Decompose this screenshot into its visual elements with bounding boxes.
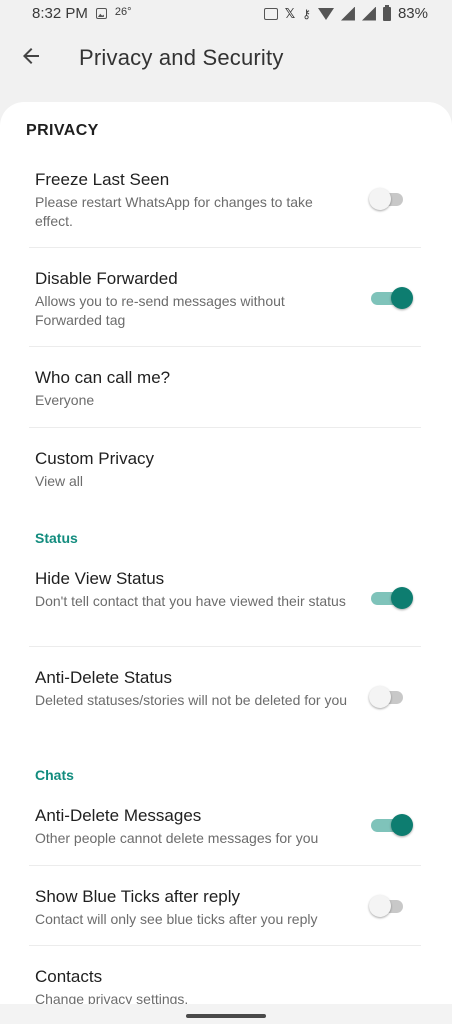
toggle-anti-delete-messages[interactable] <box>369 814 413 836</box>
setting-title: Hide View Status <box>35 569 165 588</box>
signal-icon <box>340 6 355 21</box>
setting-title: Custom Privacy <box>35 449 155 468</box>
toggle-disable-forwarded[interactable] <box>369 287 413 309</box>
battery-percent: 83% <box>397 5 428 22</box>
key-icon: ⚷ <box>302 6 311 21</box>
setting-subtitle: Contact will only see blue ticks after y… <box>35 911 318 927</box>
toolbar: Privacy and Security <box>0 28 452 88</box>
setting-show-blue-ticks[interactable]: Show Blue Ticks after reply Contact will… <box>35 887 421 929</box>
setting-subtitle: View all <box>35 473 83 489</box>
toggle-show-blue-ticks[interactable] <box>369 895 405 917</box>
wifi-icon <box>317 7 334 20</box>
setting-freeze-last-seen[interactable]: Freeze Last Seen Please restart WhatsApp… <box>35 170 421 231</box>
battery-icon <box>382 4 391 21</box>
status-temperature: 26° <box>114 5 132 18</box>
page-title: Privacy and Security <box>79 45 284 70</box>
image-icon <box>95 8 107 19</box>
setting-title: Show Blue Ticks after reply <box>35 887 241 906</box>
toggle-freeze-last-seen[interactable] <box>369 188 405 210</box>
setting-title: Anti-Delete Messages <box>35 806 202 825</box>
setting-title: Anti-Delete Status <box>35 668 173 687</box>
nfc-icon <box>263 7 278 20</box>
setting-hide-view-status[interactable]: Hide View Status Don't tell contact that… <box>35 569 421 611</box>
settings-card: PRIVACY Freeze Last Seen Please restart … <box>0 102 452 1024</box>
toggle-anti-delete-status[interactable] <box>369 686 405 708</box>
setting-title: Contacts <box>35 967 103 986</box>
category-chats: Chats <box>35 767 74 783</box>
divider <box>29 945 421 946</box>
setting-subtitle: Allows you to re-send messages without F… <box>35 293 285 328</box>
toggle-hide-view-status[interactable] <box>369 587 413 609</box>
category-status: Status <box>35 530 78 546</box>
setting-title: Disable Forwarded <box>35 269 178 288</box>
status-time: 8:32 PM <box>32 5 88 22</box>
setting-disable-forwarded[interactable]: Disable Forwarded Allows you to re-send … <box>35 269 421 330</box>
setting-anti-delete-status[interactable]: Anti-Delete Status Deleted statuses/stor… <box>35 668 421 710</box>
setting-subtitle: Deleted statuses/stories will not be del… <box>35 692 348 708</box>
x-icon: 𝕏 <box>284 5 296 21</box>
setting-contacts[interactable]: Contacts Change privacy settings. <box>35 967 421 1009</box>
section-header-privacy: PRIVACY <box>26 122 99 139</box>
setting-anti-delete-messages[interactable]: Anti-Delete Messages Other people cannot… <box>35 806 421 848</box>
signal-icon <box>361 6 376 21</box>
setting-title: Who can call me? <box>35 368 171 387</box>
setting-who-can-call[interactable]: Who can call me? Everyone <box>35 368 421 410</box>
setting-subtitle: Don't tell contact that you have viewed … <box>35 593 346 609</box>
setting-title: Freeze Last Seen <box>35 170 170 189</box>
divider <box>29 427 421 428</box>
setting-subtitle: Other people cannot delete messages for … <box>35 830 319 846</box>
divider <box>29 646 421 647</box>
status-bar: 8:32 PM 26° 𝕏 ⚷ 83% <box>0 0 452 28</box>
setting-subtitle: Please restart WhatsApp for changes to t… <box>35 194 313 229</box>
setting-subtitle: Everyone <box>35 392 95 408</box>
setting-custom-privacy[interactable]: Custom Privacy View all <box>35 449 421 491</box>
divider <box>29 247 421 248</box>
divider <box>29 346 421 347</box>
arrow-left-icon[interactable] <box>19 44 43 68</box>
home-gesture-pill[interactable] <box>186 1014 266 1018</box>
divider <box>29 865 421 866</box>
